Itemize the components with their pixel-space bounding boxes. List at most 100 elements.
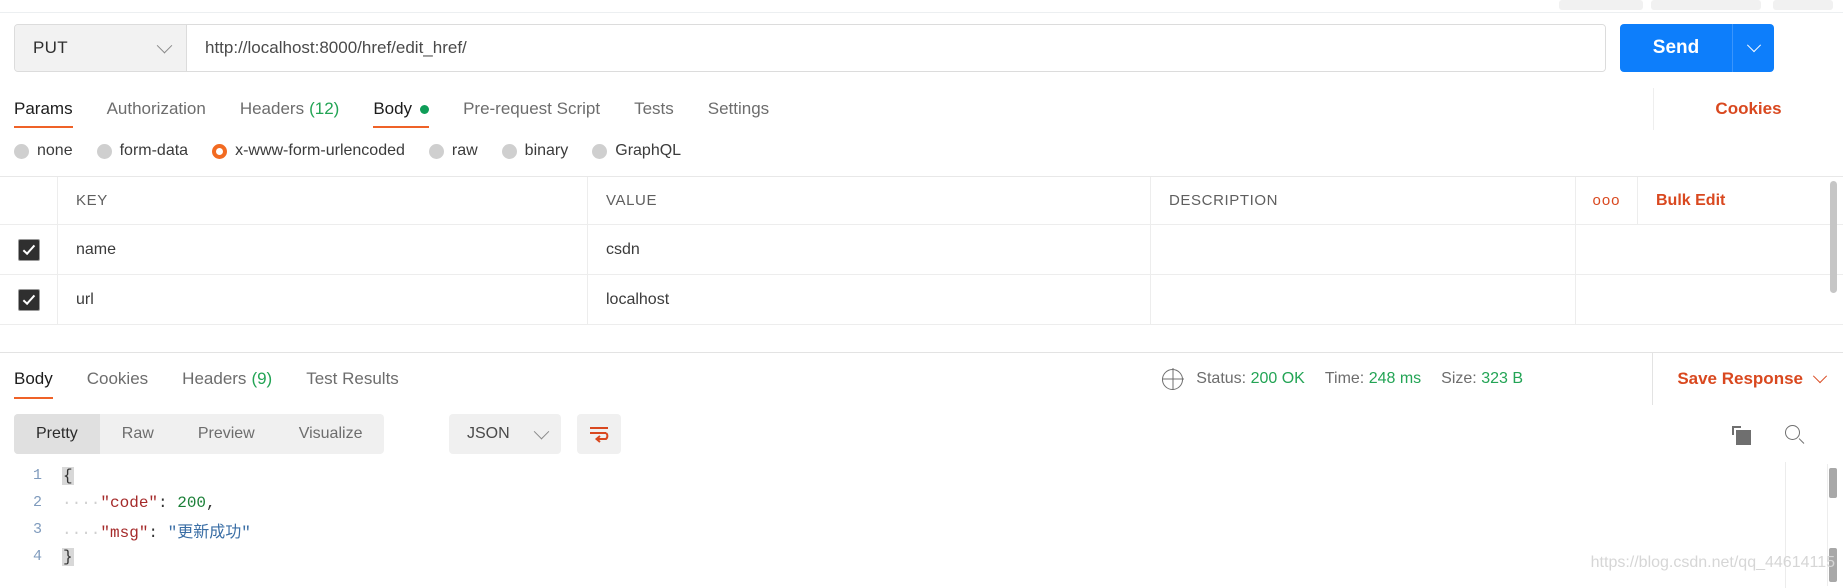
code-indent: ···· bbox=[62, 493, 101, 512]
tab-body[interactable]: Body bbox=[356, 88, 446, 130]
row-value-cell[interactable]: csdn bbox=[588, 225, 1151, 274]
json-key: "code" bbox=[100, 493, 159, 512]
radio-x-www-form-urlencoded[interactable]: x-www-form-urlencoded bbox=[212, 142, 405, 160]
response-body-code[interactable]: 1 { 2 ····"code": 200, 3 ····"msg": "更新成… bbox=[0, 462, 1843, 588]
word-wrap-button[interactable] bbox=[577, 414, 621, 454]
code-scrollbar-thumb-secondary[interactable] bbox=[1829, 548, 1837, 582]
table-header-row: KEY VALUE DESCRIPTION ooo Bulk Edit bbox=[0, 177, 1843, 225]
size-label: Size: bbox=[1441, 370, 1477, 387]
radio-raw[interactable]: raw bbox=[428, 142, 478, 160]
row-key-cell[interactable]: url bbox=[58, 275, 588, 324]
json-sep: : bbox=[158, 493, 178, 512]
http-method-select[interactable]: PUT bbox=[15, 25, 187, 71]
radio-icon bbox=[501, 143, 517, 159]
tab-params[interactable]: Params bbox=[14, 88, 90, 130]
status-label: Status: bbox=[1196, 370, 1247, 387]
row-checkbox-cell bbox=[0, 225, 58, 274]
response-view-mode-group: Pretty Raw Preview Visualize bbox=[14, 414, 385, 454]
http-method-value: PUT bbox=[33, 38, 68, 57]
response-tab-test-results[interactable]: Test Results bbox=[289, 353, 416, 405]
table-row[interactable]: name csdn bbox=[0, 225, 1843, 275]
code-indent: ···· bbox=[62, 523, 101, 542]
bulk-edit-button[interactable]: Bulk Edit bbox=[1656, 192, 1725, 210]
view-mode-pretty[interactable]: Pretty bbox=[14, 414, 100, 454]
row-value-value: csdn bbox=[606, 240, 640, 258]
radio-binary[interactable]: binary bbox=[501, 142, 568, 160]
send-button-group: Send bbox=[1620, 24, 1774, 72]
tab-authorization[interactable]: Authorization bbox=[90, 88, 223, 130]
copy-icon[interactable] bbox=[1732, 426, 1751, 445]
response-format-value: JSON bbox=[467, 425, 510, 442]
code-line: 2 ····"code": 200, bbox=[0, 489, 1843, 516]
json-comma: , bbox=[206, 493, 216, 512]
window-top-strip bbox=[0, 0, 1843, 14]
send-button[interactable]: Send bbox=[1620, 24, 1732, 72]
response-format-select[interactable]: JSON bbox=[449, 414, 561, 454]
code-brace[interactable]: { bbox=[62, 466, 74, 485]
time-label: Time: bbox=[1324, 370, 1365, 387]
response-tab-cookies[interactable]: Cookies bbox=[70, 353, 165, 405]
table-options-cell: ooo bbox=[1576, 177, 1638, 224]
row-key-cell[interactable]: name bbox=[58, 225, 588, 274]
chevron-down-icon bbox=[1746, 38, 1761, 53]
response-toolbar: Pretty Raw Preview Visualize JSON bbox=[0, 404, 1843, 462]
header-value-cell: VALUE bbox=[588, 177, 1151, 224]
tab-tests[interactable]: Tests bbox=[617, 88, 691, 130]
code-line: 4 } bbox=[0, 543, 1843, 570]
ghost-chip-3 bbox=[1773, 0, 1833, 10]
tab-settings[interactable]: Settings bbox=[691, 88, 786, 130]
table-scrollbar-thumb[interactable] bbox=[1830, 181, 1837, 293]
tab-label: Body bbox=[373, 99, 413, 118]
row-description-cell[interactable] bbox=[1151, 225, 1576, 274]
row-value-cell[interactable]: localhost bbox=[588, 275, 1151, 324]
code-line: 3 ····"msg": "更新成功" bbox=[0, 516, 1843, 543]
search-icon[interactable] bbox=[1785, 425, 1805, 445]
row-spacer-cell bbox=[1638, 225, 1843, 274]
row-value-value: localhost bbox=[606, 290, 670, 308]
tab-headers[interactable]: Headers (12) bbox=[223, 88, 357, 130]
request-url-bar: PUT http://localhost:8000/href/edit_href… bbox=[14, 24, 1606, 72]
tab-count: (12) bbox=[309, 99, 340, 118]
tab-label: Body bbox=[14, 369, 53, 388]
view-mode-raw[interactable]: Raw bbox=[100, 414, 176, 454]
row-checkbox[interactable] bbox=[17, 288, 40, 311]
row-checkbox-cell bbox=[0, 275, 58, 324]
radio-none[interactable]: none bbox=[14, 142, 73, 160]
header-check-cell bbox=[0, 177, 58, 224]
tab-pre-request-script[interactable]: Pre-request Script bbox=[446, 88, 617, 130]
view-mode-visualize[interactable]: Visualize bbox=[277, 414, 385, 454]
code-content: { bbox=[62, 466, 74, 485]
response-bar: Body Cookies Headers (9) Test Results St… bbox=[0, 352, 1843, 405]
code-scrollbar[interactable] bbox=[1827, 464, 1837, 586]
json-string: "更新成功" bbox=[167, 523, 251, 542]
table-row[interactable]: url localhost bbox=[0, 275, 1843, 325]
url-input[interactable]: http://localhost:8000/href/edit_href/ bbox=[187, 25, 1605, 71]
code-content: ····"code": 200, bbox=[62, 494, 216, 512]
code-brace[interactable]: } bbox=[62, 547, 74, 566]
response-tab-list: Body Cookies Headers (9) Test Results bbox=[14, 353, 416, 405]
send-options-button[interactable] bbox=[1732, 24, 1774, 72]
row-description-cell[interactable] bbox=[1151, 275, 1576, 324]
status-value: 200 OK bbox=[1250, 370, 1305, 387]
radio-label: form-data bbox=[119, 142, 189, 159]
bulk-edit-cell: Bulk Edit bbox=[1638, 177, 1843, 224]
time-badge: Time: 248 ms bbox=[1325, 370, 1421, 388]
header-description-cell: DESCRIPTION bbox=[1151, 177, 1576, 224]
row-checkbox[interactable] bbox=[17, 238, 40, 261]
save-response-button[interactable]: Save Response bbox=[1652, 353, 1828, 405]
cookies-link[interactable]: Cookies bbox=[1653, 88, 1843, 130]
row-options-cell bbox=[1576, 275, 1638, 324]
code-scrollbar-thumb[interactable] bbox=[1829, 468, 1837, 498]
view-mode-preview[interactable]: Preview bbox=[176, 414, 277, 454]
response-tab-headers[interactable]: Headers (9) bbox=[165, 353, 289, 405]
tab-label: Test Results bbox=[306, 369, 399, 388]
table-scrollbar[interactable] bbox=[1830, 181, 1837, 345]
row-options-cell bbox=[1576, 225, 1638, 274]
more-options-icon[interactable]: ooo bbox=[1592, 192, 1620, 209]
code-gutter-line bbox=[1785, 462, 1786, 588]
ghost-chip-2 bbox=[1651, 0, 1761, 10]
radio-graphql[interactable]: GraphQL bbox=[592, 142, 681, 160]
tab-label: Tests bbox=[634, 99, 674, 118]
radio-form-data[interactable]: form-data bbox=[96, 142, 189, 160]
response-tab-body[interactable]: Body bbox=[14, 353, 70, 405]
